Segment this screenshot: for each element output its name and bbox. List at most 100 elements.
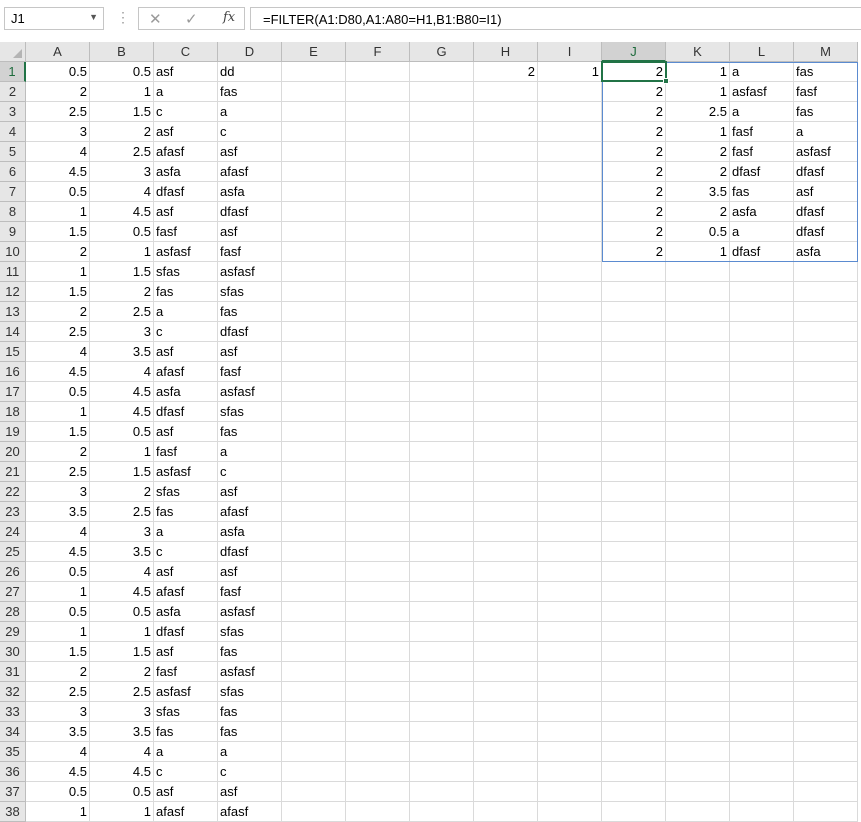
cell-h24[interactable]	[474, 522, 538, 542]
cell-h33[interactable]	[474, 702, 538, 722]
cell-a27[interactable]: 1	[26, 582, 90, 602]
cell-f37[interactable]	[346, 782, 410, 802]
row-header[interactable]: 26	[0, 562, 26, 582]
cell-g3[interactable]	[410, 102, 474, 122]
cell-h38[interactable]	[474, 802, 538, 822]
cell-m4[interactable]: a	[794, 122, 858, 142]
cell-g14[interactable]	[410, 322, 474, 342]
cell-b16[interactable]: 4	[90, 362, 154, 382]
cell-i32[interactable]	[538, 682, 602, 702]
row-header[interactable]: 38	[0, 802, 26, 822]
column-header-d[interactable]: D	[218, 42, 282, 62]
cell-k32[interactable]	[666, 682, 730, 702]
cell-e20[interactable]	[282, 442, 346, 462]
cell-j11[interactable]	[602, 262, 666, 282]
cell-k22[interactable]	[666, 482, 730, 502]
cell-e34[interactable]	[282, 722, 346, 742]
cell-c38[interactable]: afasf	[154, 802, 218, 822]
cell-c15[interactable]: asf	[154, 342, 218, 362]
cell-e21[interactable]	[282, 462, 346, 482]
row-header[interactable]: 13	[0, 302, 26, 322]
cell-l19[interactable]	[730, 422, 794, 442]
cell-d14[interactable]: dfasf	[218, 322, 282, 342]
cell-d32[interactable]: sfas	[218, 682, 282, 702]
cell-k11[interactable]	[666, 262, 730, 282]
cell-i28[interactable]	[538, 602, 602, 622]
cell-g28[interactable]	[410, 602, 474, 622]
cell-d20[interactable]: a	[218, 442, 282, 462]
row-header[interactable]: 21	[0, 462, 26, 482]
cell-h5[interactable]	[474, 142, 538, 162]
cell-j23[interactable]	[602, 502, 666, 522]
cell-m1[interactable]: fas	[794, 62, 858, 82]
cell-e35[interactable]	[282, 742, 346, 762]
cell-g5[interactable]	[410, 142, 474, 162]
cell-c12[interactable]: fas	[154, 282, 218, 302]
cell-j22[interactable]	[602, 482, 666, 502]
cell-g17[interactable]	[410, 382, 474, 402]
cell-f10[interactable]	[346, 242, 410, 262]
cell-b10[interactable]: 1	[90, 242, 154, 262]
cell-b17[interactable]: 4.5	[90, 382, 154, 402]
cell-l28[interactable]	[730, 602, 794, 622]
cell-k5[interactable]: 2	[666, 142, 730, 162]
cell-m20[interactable]	[794, 442, 858, 462]
cell-l6[interactable]: dfasf	[730, 162, 794, 182]
cell-f33[interactable]	[346, 702, 410, 722]
cell-b4[interactable]: 2	[90, 122, 154, 142]
cell-c26[interactable]: asf	[154, 562, 218, 582]
cell-m11[interactable]	[794, 262, 858, 282]
cell-k31[interactable]	[666, 662, 730, 682]
cell-d38[interactable]: afasf	[218, 802, 282, 822]
cell-g8[interactable]	[410, 202, 474, 222]
cell-k20[interactable]	[666, 442, 730, 462]
cell-c36[interactable]: c	[154, 762, 218, 782]
cell-k19[interactable]	[666, 422, 730, 442]
cell-a14[interactable]: 2.5	[26, 322, 90, 342]
cell-g10[interactable]	[410, 242, 474, 262]
cell-g19[interactable]	[410, 422, 474, 442]
cell-h22[interactable]	[474, 482, 538, 502]
cell-b7[interactable]: 4	[90, 182, 154, 202]
cell-c27[interactable]: afasf	[154, 582, 218, 602]
cell-m32[interactable]	[794, 682, 858, 702]
cell-g4[interactable]	[410, 122, 474, 142]
cell-b33[interactable]: 3	[90, 702, 154, 722]
row-header[interactable]: 10	[0, 242, 26, 262]
cell-g1[interactable]	[410, 62, 474, 82]
cell-h17[interactable]	[474, 382, 538, 402]
cell-j24[interactable]	[602, 522, 666, 542]
cell-j32[interactable]	[602, 682, 666, 702]
cell-k10[interactable]: 1	[666, 242, 730, 262]
chevron-down-icon[interactable]: ▼	[89, 12, 98, 22]
cell-c28[interactable]: asfa	[154, 602, 218, 622]
cell-j5[interactable]: 2	[602, 142, 666, 162]
cell-c8[interactable]: asf	[154, 202, 218, 222]
cell-l16[interactable]	[730, 362, 794, 382]
cell-c37[interactable]: asf	[154, 782, 218, 802]
row-header[interactable]: 18	[0, 402, 26, 422]
cell-f26[interactable]	[346, 562, 410, 582]
cell-i35[interactable]	[538, 742, 602, 762]
cell-k15[interactable]	[666, 342, 730, 362]
cell-a5[interactable]: 4	[26, 142, 90, 162]
cell-l31[interactable]	[730, 662, 794, 682]
cell-i12[interactable]	[538, 282, 602, 302]
cell-b24[interactable]: 3	[90, 522, 154, 542]
cell-h32[interactable]	[474, 682, 538, 702]
cell-a7[interactable]: 0.5	[26, 182, 90, 202]
cell-g23[interactable]	[410, 502, 474, 522]
cell-j7[interactable]: 2	[602, 182, 666, 202]
cell-m7[interactable]: asf	[794, 182, 858, 202]
cell-l5[interactable]: fasf	[730, 142, 794, 162]
cell-m38[interactable]	[794, 802, 858, 822]
cell-a20[interactable]: 2	[26, 442, 90, 462]
cell-e27[interactable]	[282, 582, 346, 602]
cell-d34[interactable]: fas	[218, 722, 282, 742]
cell-g7[interactable]	[410, 182, 474, 202]
cell-g18[interactable]	[410, 402, 474, 422]
cell-a30[interactable]: 1.5	[26, 642, 90, 662]
cell-m24[interactable]	[794, 522, 858, 542]
cell-b12[interactable]: 2	[90, 282, 154, 302]
cell-i25[interactable]	[538, 542, 602, 562]
